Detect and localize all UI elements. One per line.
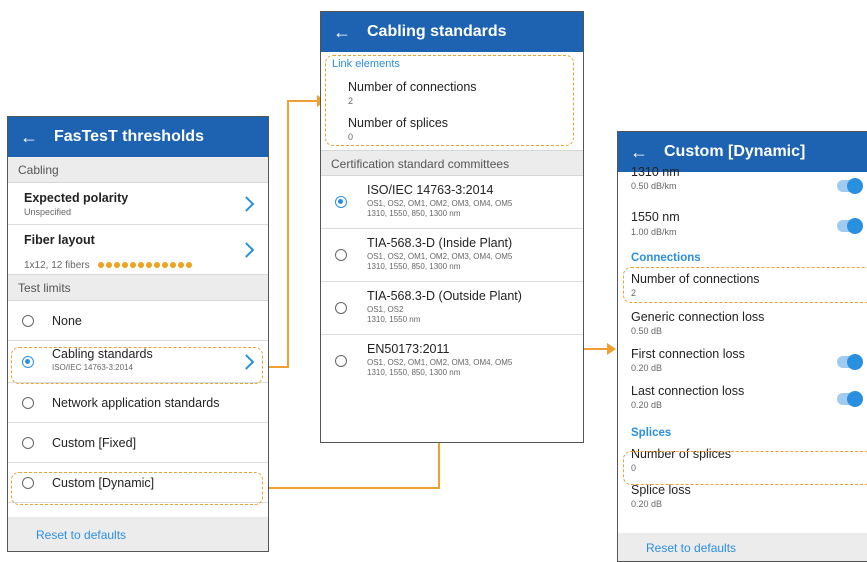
back-arrow-icon[interactable]: ← [333, 22, 351, 43]
fiber-dot-icon [146, 262, 153, 268]
standard-name: TIA-568.3-D (Inside Plant) [367, 236, 513, 250]
radio-button-icon[interactable] [335, 249, 347, 261]
custom-dynamic-screen: ← Custom [Dynamic] 1310 nm 0.50 dB/km 15… [617, 131, 867, 562]
first-connection-loss-value: 0.20 dB [631, 363, 663, 373]
connector-line [287, 100, 289, 368]
app-bar: ← FasTesT thresholds [8, 117, 268, 157]
fiber-layout-value: 1x12, 12 fibers [24, 260, 90, 272]
connector-line [262, 487, 440, 489]
radio-button-icon[interactable] [335, 302, 347, 314]
toggle-switch-icon[interactable] [837, 178, 863, 194]
standard-item[interactable]: TIA-568.3-D (Inside Plant) OS1, OS2, OM1… [321, 229, 583, 282]
fiber-dot-icon [162, 262, 169, 268]
fiber-dot-icon [130, 262, 137, 268]
standard-item[interactable]: TIA-568.3-D (Outside Plant) OS1, OS2 131… [321, 282, 583, 335]
generic-connection-loss-label: Generic connection loss [631, 310, 765, 324]
section-header-committees: Certification standard committees [321, 150, 583, 176]
connector-line [287, 100, 320, 102]
wavelength-1310-value: 0.50 dB/km [631, 181, 677, 191]
fiber-dot-icon [106, 262, 113, 268]
expected-polarity-row[interactable]: Expected polarity Unspecified [8, 183, 268, 225]
highlight-box [623, 267, 867, 303]
radio-button-icon[interactable] [22, 397, 34, 409]
highlight-box [325, 55, 574, 146]
toggle-switch-icon[interactable] [837, 391, 863, 407]
section-header-cabling: Cabling [8, 157, 268, 183]
standard-fibers: OS1, OS2, OM1, OM2, OM3, OM4, OM5 [367, 358, 513, 367]
connections-header: Connections [631, 252, 701, 264]
wavelength-1310-label: 1310 nm [631, 165, 680, 179]
reset-to-defaults-button[interactable]: Reset to defaults [618, 533, 867, 561]
first-connection-loss-label: First connection loss [631, 347, 745, 361]
toggle-switch-icon[interactable] [837, 218, 863, 234]
toggle-switch-icon[interactable] [837, 354, 863, 370]
back-arrow-icon[interactable]: ← [20, 127, 38, 148]
radio-button-icon[interactable] [22, 437, 34, 449]
fiber-dot-icon [122, 262, 129, 268]
expected-polarity-label: Expected polarity [24, 191, 129, 205]
standard-wavelengths: 1310, 1550, 850, 1300 nm [367, 368, 461, 377]
standard-wavelengths: 1310, 1550, 850, 1300 nm [367, 262, 461, 271]
standard-fibers: OS1, OS2, OM1, OM2, OM3, OM4, OM5 [367, 199, 513, 208]
fiber-dot-icon [170, 262, 177, 268]
radio-button-icon[interactable] [22, 315, 34, 327]
standard-name: TIA-568.3-D (Outside Plant) [367, 289, 522, 303]
option-label: None [52, 314, 82, 328]
highlight-box [623, 451, 867, 485]
reset-label: Reset to defaults [646, 541, 737, 555]
fiber-dot-icon [186, 262, 193, 268]
last-connection-loss-label: Last connection loss [631, 384, 745, 398]
standard-item[interactable]: ISO/IEC 14763-3:2014 OS1, OS2, OM1, OM2,… [321, 176, 583, 229]
highlight-box [11, 347, 263, 384]
splices-header: Splices [631, 427, 672, 439]
fiber-dot-icon [178, 262, 185, 268]
option-network-application-standards[interactable]: Network application standards [8, 383, 268, 423]
screen-title: Custom [Dynamic] [664, 143, 806, 160]
generic-connection-loss-value: 0.50 dB [631, 326, 663, 336]
standard-wavelengths: 1310, 1550, 850, 1300 nm [367, 209, 461, 218]
radio-button-icon[interactable] [335, 355, 347, 367]
fiber-dot-icon [98, 262, 105, 268]
reset-to-defaults-button[interactable]: Reset to defaults [8, 517, 268, 551]
wavelength-1550-value: 1.00 dB/km [631, 227, 677, 237]
option-label: Custom [Fixed] [52, 436, 137, 450]
splice-loss-value: 0.20 dB [631, 499, 663, 509]
standard-name: EN50173:2011 [367, 342, 450, 356]
fiber-layout-label: Fiber layout [24, 233, 95, 247]
option-custom-fixed[interactable]: Custom [Fixed] [8, 423, 268, 463]
expected-polarity-value: Unspecified [24, 207, 72, 217]
option-none[interactable]: None [8, 301, 268, 341]
standard-wavelengths: 1310, 1550 nm [367, 315, 421, 324]
fiber-dot-icon [154, 262, 161, 268]
standard-fibers: OS1, OS2, OM1, OM2, OM3, OM4, OM5 [367, 252, 513, 261]
wavelength-1550-label: 1550 nm [631, 210, 680, 224]
fiber-layout-row[interactable]: Fiber layout 1x12, 12 fibers [8, 225, 268, 275]
standard-name: ISO/IEC 14763-3:2014 [367, 183, 494, 197]
app-bar: ← Cabling standards [321, 12, 583, 52]
connector-arrow [607, 343, 616, 355]
back-arrow-icon[interactable]: ← [630, 142, 648, 163]
standard-item[interactable]: EN50173:2011 OS1, OS2, OM1, OM2, OM3, OM… [321, 335, 583, 388]
standard-fibers: OS1, OS2 [367, 305, 404, 314]
screen-title: Cabling standards [367, 23, 507, 40]
screen-title: FasTesT thresholds [54, 128, 204, 145]
splice-loss-label: Splice loss [631, 483, 691, 497]
radio-button-icon[interactable] [335, 196, 347, 208]
section-header-test-limits: Test limits [8, 275, 268, 301]
fiber-dots-indicator [98, 255, 194, 273]
option-label: Network application standards [52, 396, 220, 410]
fiber-dot-icon [138, 262, 145, 268]
highlight-box [11, 472, 263, 505]
last-connection-loss-value: 0.20 dB [631, 400, 663, 410]
reset-label: Reset to defaults [36, 528, 127, 542]
fiber-dot-icon [114, 262, 121, 268]
